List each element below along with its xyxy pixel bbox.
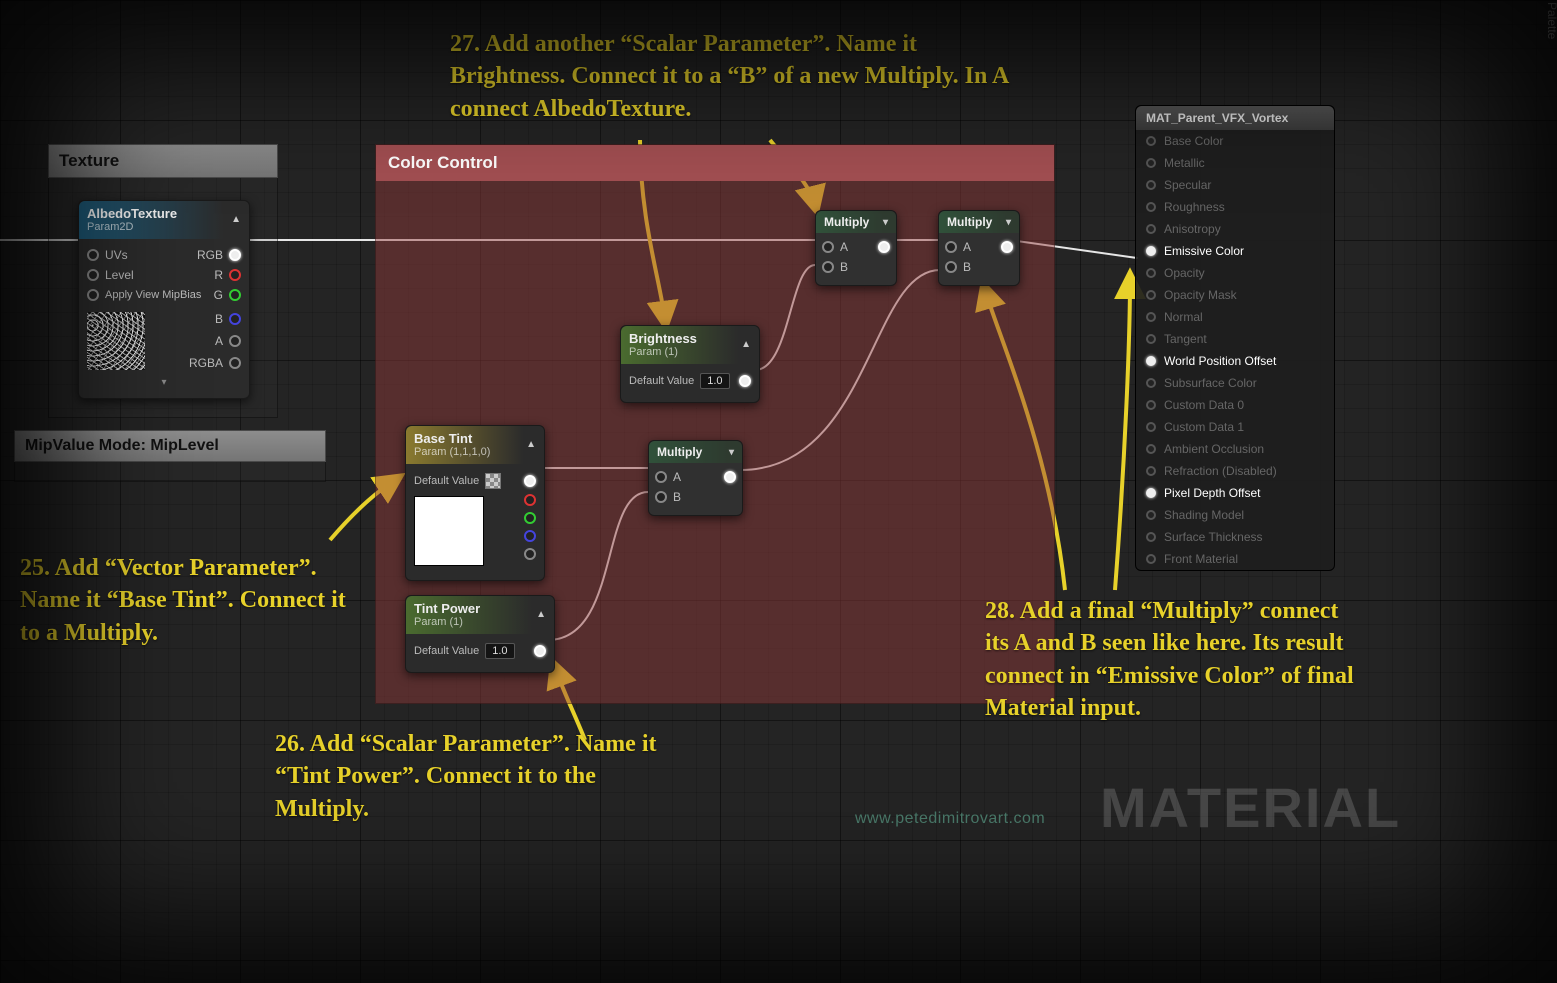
material-output-title: MAT_Parent_VFX_Vortex (1136, 106, 1334, 130)
node-multiply-2[interactable]: Multiply ▾ A B (938, 210, 1020, 286)
material-pin-custom-data-1[interactable]: Custom Data 1 (1136, 416, 1334, 438)
node-title: Base Tint (414, 431, 472, 446)
material-pin-base-color[interactable]: Base Color (1136, 130, 1334, 152)
material-pin-opacity[interactable]: Opacity (1136, 262, 1334, 284)
palette-tab[interactable]: Palette (1545, 2, 1557, 39)
pin-b[interactable] (524, 530, 536, 542)
chevron-up-icon[interactable]: ▲ (526, 439, 536, 450)
pin-b[interactable] (655, 491, 667, 503)
material-pin-refraction-disabled-[interactable]: Refraction (Disabled) (1136, 460, 1334, 482)
material-pin-pixel-depth-offset[interactable]: Pixel Depth Offset (1136, 482, 1334, 504)
tintpower-value-input[interactable]: 1.0 (485, 643, 514, 659)
pin-rgb[interactable] (229, 249, 241, 261)
node-base-tint[interactable]: Base Tint Param (1,1,1,0) ▲ Default Valu… (405, 425, 545, 581)
pin-out-rgb[interactable] (524, 475, 536, 487)
material-output-node[interactable]: MAT_Parent_VFX_Vortex Base ColorMetallic… (1135, 105, 1335, 571)
texture-preview (87, 312, 145, 370)
chevron-down-icon[interactable]: ▾ (1006, 217, 1011, 228)
pin-uvs[interactable] (87, 249, 99, 261)
material-pin-world-position-offset[interactable]: World Position Offset (1136, 350, 1334, 372)
pin-out[interactable] (1001, 241, 1013, 253)
node-subtitle: Param (1) (629, 346, 697, 358)
material-pin-shading-model[interactable]: Shading Model (1136, 504, 1334, 526)
node-multiply-1[interactable]: Multiply ▾ A B (815, 210, 897, 286)
annotation-26: 26. Add “Scalar Parameter”. Name it “Tin… (275, 728, 665, 825)
chevron-down-icon[interactable]: ▾ (87, 377, 241, 388)
chevron-down-icon[interactable]: ▾ (883, 217, 888, 228)
pin-b[interactable] (945, 261, 957, 273)
pin-r[interactable] (524, 494, 536, 506)
node-multiply-3[interactable]: Multiply ▾ A B (648, 440, 743, 516)
watermark-text: MATERIAL (1100, 775, 1401, 840)
material-pin-normal[interactable]: Normal (1136, 306, 1334, 328)
node-subtitle: Param (1) (414, 616, 480, 628)
pin-g[interactable] (229, 289, 241, 301)
pin-level[interactable] (87, 269, 99, 281)
node-albedo-texture[interactable]: AlbedoTexture Param2D ▲ UVs RGB Level R … (78, 200, 250, 399)
material-pin-front-material[interactable]: Front Material (1136, 548, 1334, 570)
material-pin-metallic[interactable]: Metallic (1136, 152, 1334, 174)
material-pin-tangent[interactable]: Tangent (1136, 328, 1334, 350)
pin-a[interactable] (655, 471, 667, 483)
comment-texture-header[interactable]: Texture (48, 144, 278, 178)
node-tint-power[interactable]: Tint Power Param (1) ▲ Default Value 1.0 (405, 595, 555, 673)
material-pin-emissive-color[interactable]: Emissive Color (1136, 240, 1334, 262)
material-pin-ambient-occlusion[interactable]: Ambient Occlusion (1136, 438, 1334, 460)
material-pin-anisotropy[interactable]: Anisotropy (1136, 218, 1334, 240)
chevron-up-icon[interactable]: ▲ (231, 214, 241, 225)
chevron-up-icon[interactable]: ▲ (536, 609, 546, 620)
pin-a[interactable] (524, 548, 536, 560)
annotation-25: 25. Add “Vector Parameter”. Name it “Bas… (20, 552, 370, 649)
pin-out[interactable] (878, 241, 890, 253)
material-pin-surface-thickness[interactable]: Surface Thickness (1136, 526, 1334, 548)
node-brightness[interactable]: Brightness Param (1) ▲ Default Value 1.0 (620, 325, 760, 403)
comment-color-control-header[interactable]: Color Control (376, 145, 1054, 181)
node-title: AlbedoTexture (87, 206, 177, 221)
node-title: Brightness (629, 331, 697, 346)
material-pin-roughness[interactable]: Roughness (1136, 196, 1334, 218)
color-preview (414, 496, 484, 566)
material-pin-custom-data-0[interactable]: Custom Data 0 (1136, 394, 1334, 416)
brightness-value-input[interactable]: 1.0 (700, 373, 729, 389)
chevron-up-icon[interactable]: ▲ (741, 339, 751, 350)
node-subtitle: Param (1,1,1,0) (414, 446, 490, 458)
node-title: Tint Power (414, 601, 480, 616)
pin-b[interactable] (822, 261, 834, 273)
pin-b[interactable] (229, 313, 241, 325)
pin-a[interactable] (945, 241, 957, 253)
chevron-down-icon[interactable]: ▾ (729, 447, 734, 458)
pin-rgba[interactable] (229, 357, 241, 369)
material-pin-specular[interactable]: Specular (1136, 174, 1334, 196)
pin-r[interactable] (229, 269, 241, 281)
node-subtitle: Param2D (87, 221, 177, 233)
credits-link[interactable]: www.petedimitrovart.com (855, 810, 1045, 828)
color-swatch-input[interactable] (485, 473, 501, 489)
comment-mip-header[interactable]: MipValue Mode: MipLevel (14, 430, 326, 462)
pin-g[interactable] (524, 512, 536, 524)
pin-out[interactable] (534, 645, 546, 657)
pin-a[interactable] (822, 241, 834, 253)
material-pin-subsurface-color[interactable]: Subsurface Color (1136, 372, 1334, 394)
pin-out[interactable] (739, 375, 751, 387)
pin-out[interactable] (724, 471, 736, 483)
material-pin-opacity-mask[interactable]: Opacity Mask (1136, 284, 1334, 306)
pin-a[interactable] (229, 335, 241, 347)
annotation-27: 27. Add another “Scalar Parameter”. Name… (450, 28, 1010, 125)
pin-mipbias[interactable] (87, 289, 99, 301)
annotation-28: 28. Add a final “Multiply” connect its A… (985, 595, 1355, 725)
